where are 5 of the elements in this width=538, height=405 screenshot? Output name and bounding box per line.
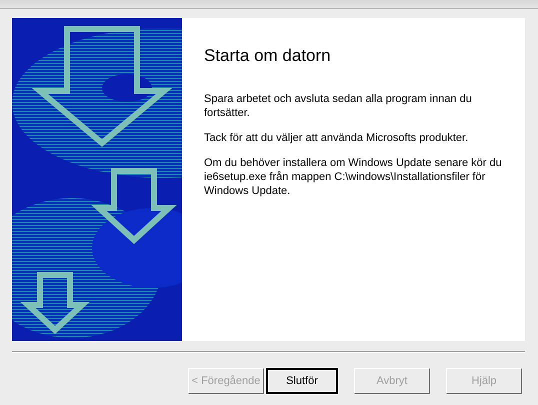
paragraph: Spara arbetet och avsluta sedan alla program innan du fortsätter. [204,92,473,120]
paragraph: Om du behöver installera om Windows Update senare kör du ie6setup.exe från mappen C:\windows\Installationsfiler för Windows Update. [204,156,503,198]
paragraph: Tack för att du väljer att använda Microsofts produkter. [204,131,470,145]
finish-button[interactable]: Slutför [266,368,338,394]
page-title: Starta om datorn [204,46,332,66]
